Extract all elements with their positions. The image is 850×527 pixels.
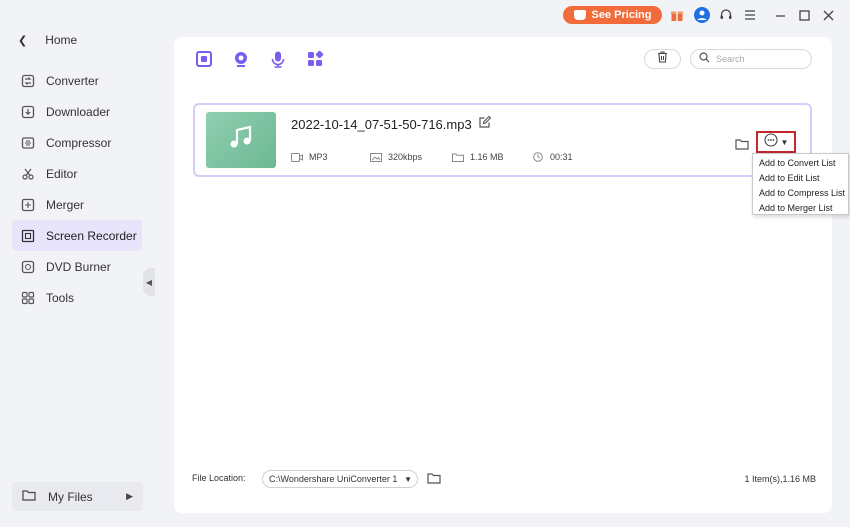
sidebar-item-label: Merger xyxy=(46,197,85,212)
sidebar: ❮ Home Converter Downloader Compressor E… xyxy=(0,0,155,527)
cart-icon xyxy=(573,10,586,20)
search-input[interactable] xyxy=(716,54,806,64)
menu-item-add-to-convert-list[interactable]: Add to Convert List xyxy=(753,155,848,170)
my-files-label: My Files xyxy=(48,489,93,504)
gift-icon[interactable] xyxy=(668,6,686,24)
headset-support-icon[interactable] xyxy=(717,6,735,24)
file-card[interactable]: 2022-10-14_07-51-50-716.mp3 MP3 320kbps xyxy=(193,103,812,177)
see-pricing-label: See Pricing xyxy=(591,9,652,21)
chevron-left-icon: ◀ xyxy=(145,277,153,287)
sidebar-nav: Converter Downloader Compressor Editor M… xyxy=(12,65,142,313)
screen-record-icon[interactable] xyxy=(195,50,213,68)
see-pricing-button[interactable]: See Pricing xyxy=(563,6,662,24)
menu-item-add-to-merger-list[interactable]: Add to Merger List xyxy=(753,200,848,215)
clock-icon xyxy=(532,152,544,162)
menu-item-add-to-edit-list[interactable]: Add to Edit List xyxy=(753,170,848,185)
maximize-icon[interactable] xyxy=(795,6,813,24)
merger-icon xyxy=(20,197,35,212)
file-size: 1.16 MB xyxy=(452,152,532,162)
items-summary: 1 Item(s),1.16 MB xyxy=(744,474,816,484)
sidebar-item-screen-recorder[interactable]: Screen Recorder xyxy=(12,220,142,251)
main-panel: 2022-10-14_07-51-50-716.mp3 MP3 320kbps xyxy=(174,37,832,513)
search-icon xyxy=(699,50,710,68)
chevron-right-icon: ▶ xyxy=(126,491,133,501)
recorder-toolbar xyxy=(195,50,324,68)
file-name: 2022-10-14_07-51-50-716.mp3 xyxy=(291,117,472,132)
folder-icon xyxy=(427,471,441,488)
trash-icon xyxy=(657,50,668,68)
chevron-down-icon: ▼ xyxy=(404,474,412,484)
home-link[interactable]: ❮ Home xyxy=(18,33,77,47)
sidebar-item-editor[interactable]: Editor xyxy=(12,158,142,189)
compressor-icon xyxy=(20,135,35,150)
file-location-label: File Location: xyxy=(192,473,246,483)
webcam-record-icon[interactable] xyxy=(232,50,250,68)
sidebar-item-label: Downloader xyxy=(46,104,111,119)
file-meta: MP3 320kbps 1.16 MB 00:31 xyxy=(291,152,573,162)
file-location-value: C:\Wondershare UniConverter 1 xyxy=(269,474,398,484)
minimize-icon[interactable] xyxy=(771,6,789,24)
folder-icon xyxy=(452,152,464,162)
chevron-left-icon: ❮ xyxy=(18,34,28,47)
rename-icon[interactable] xyxy=(478,115,492,134)
converter-icon xyxy=(20,73,35,88)
open-location-button[interactable] xyxy=(427,471,441,489)
sidebar-item-converter[interactable]: Converter xyxy=(12,65,142,96)
editor-icon xyxy=(20,166,35,181)
sidebar-item-label: Editor xyxy=(46,166,78,181)
search-box[interactable] xyxy=(690,49,812,69)
file-location-select[interactable]: C:\Wondershare UniConverter 1 ▼ xyxy=(262,470,418,488)
user-avatar-icon[interactable] xyxy=(693,6,711,24)
dvd-burner-icon xyxy=(20,259,35,274)
apps-icon[interactable] xyxy=(306,50,324,68)
downloader-icon xyxy=(20,104,35,119)
menu-item-add-to-compress-list[interactable]: Add to Compress List xyxy=(753,185,848,200)
sidebar-item-dvd-burner[interactable]: DVD Burner xyxy=(12,251,142,282)
delete-button[interactable] xyxy=(644,49,681,69)
sidebar-item-merger[interactable]: Merger xyxy=(12,189,142,220)
folder-icon xyxy=(735,137,749,154)
video-icon xyxy=(291,152,303,162)
my-files-button[interactable]: My Files ▶ xyxy=(12,482,143,511)
audio-record-icon[interactable] xyxy=(269,50,287,68)
tools-icon xyxy=(20,290,35,305)
sidebar-item-tools[interactable]: Tools xyxy=(12,282,142,313)
close-icon[interactable] xyxy=(819,6,837,24)
home-label: Home xyxy=(45,33,78,47)
music-note-icon xyxy=(227,124,255,157)
folder-icon xyxy=(22,489,36,504)
sidebar-item-label: Converter xyxy=(46,73,99,88)
chevron-down-icon: ▼ xyxy=(780,137,789,147)
sidebar-item-label: DVD Burner xyxy=(46,259,111,274)
menu-icon[interactable] xyxy=(741,6,759,24)
audio-thumbnail xyxy=(206,112,276,168)
sidebar-item-label: Tools xyxy=(46,290,75,305)
more-options-button[interactable]: ▼ xyxy=(756,131,796,153)
file-format: MP3 xyxy=(291,152,370,162)
title-bar: See Pricing xyxy=(155,0,850,30)
screen-recorder-icon xyxy=(20,228,35,243)
image-icon xyxy=(370,152,382,162)
file-bitrate: 320kbps xyxy=(370,152,452,162)
sidebar-item-downloader[interactable]: Downloader xyxy=(12,96,142,127)
sidebar-item-label: Screen Recorder xyxy=(46,228,137,243)
sidebar-collapse-button[interactable]: ◀ xyxy=(143,268,155,296)
file-duration: 00:31 xyxy=(532,152,573,162)
more-options-menu: Add to Convert List Add to Edit List Add… xyxy=(752,153,849,215)
more-dots-icon xyxy=(763,132,778,152)
sidebar-item-compressor[interactable]: Compressor xyxy=(12,127,142,158)
open-folder-button[interactable] xyxy=(735,137,749,155)
sidebar-item-label: Compressor xyxy=(46,135,112,150)
